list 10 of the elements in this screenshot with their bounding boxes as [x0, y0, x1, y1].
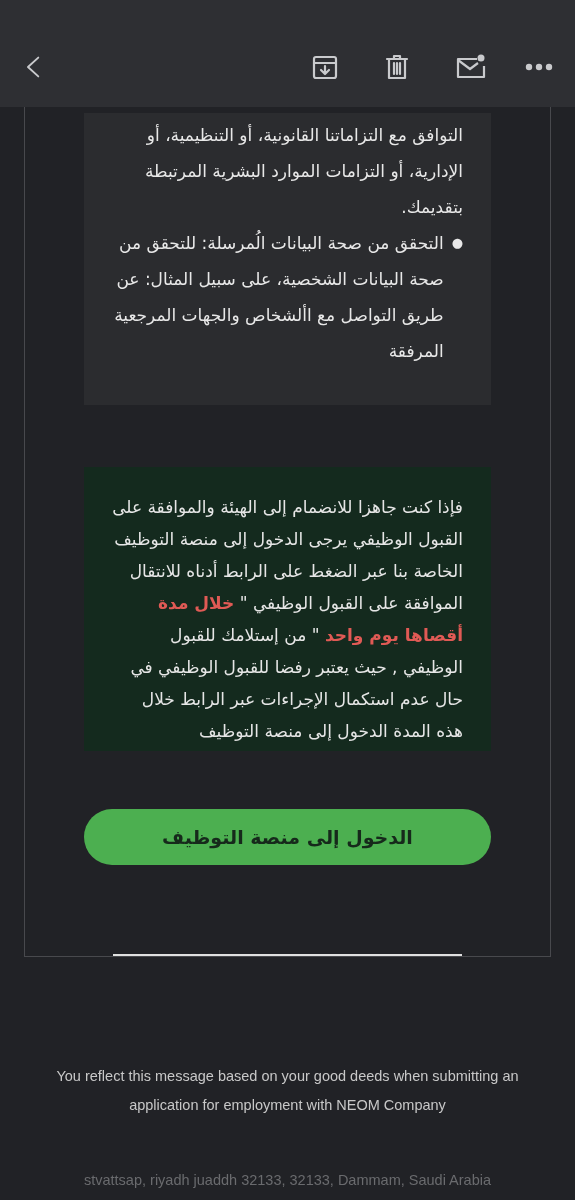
paragraph: التوافق مع التزاماتنا القانونية، أو التنظيمية، أو الإدارية، أو التزامات الموارد البشرية المرتبطة بتقديمك. [143, 123, 463, 219]
more-icon[interactable] [525, 62, 553, 71]
footer-note: You reflect this message based on your good deeds when submitting an application for employment with NEOM Company [55, 1067, 520, 1115]
footer-address: stvattsap, riyadh juaddh 32133, 32133, Dammam, Saudi Arabia [82, 1171, 493, 1190]
bullet-icon: ● [451, 225, 463, 369]
platform-button[interactable]: الدخول إلى منصة التوظيف [84, 809, 491, 866]
trash-icon[interactable] [383, 52, 411, 81]
offer-text: فإذا كنت جاهزا للانضمام إلى الهيئة والموافقة على القبول الوظيفي يرجى الدخول إلى منصة التوظيف الخاصة بنا عبر الضغط على الرابط أدناه للانتقال الموافقة على القبول الوظيفي " خلال مدة أقصاها يوم واحد " من إستلامك للقبول الوظيفي , حيث يعتبر رفضا للقبول الوظيفي في حال عدم استكمال الإجراءات عبر الرابط خلال هذه المدة الدخول إلى منصة التوظيف [112, 496, 463, 743]
unread-mail-icon[interactable] [455, 52, 487, 81]
bullet-text: التحقق من صحة البيانات الُمرسلة: للتحقق من صحة البيانات الشخصية، على سبيل المثال: عن طريق التواصل مع األشخاص والجهات المرجعية المرفقة [112, 225, 444, 369]
